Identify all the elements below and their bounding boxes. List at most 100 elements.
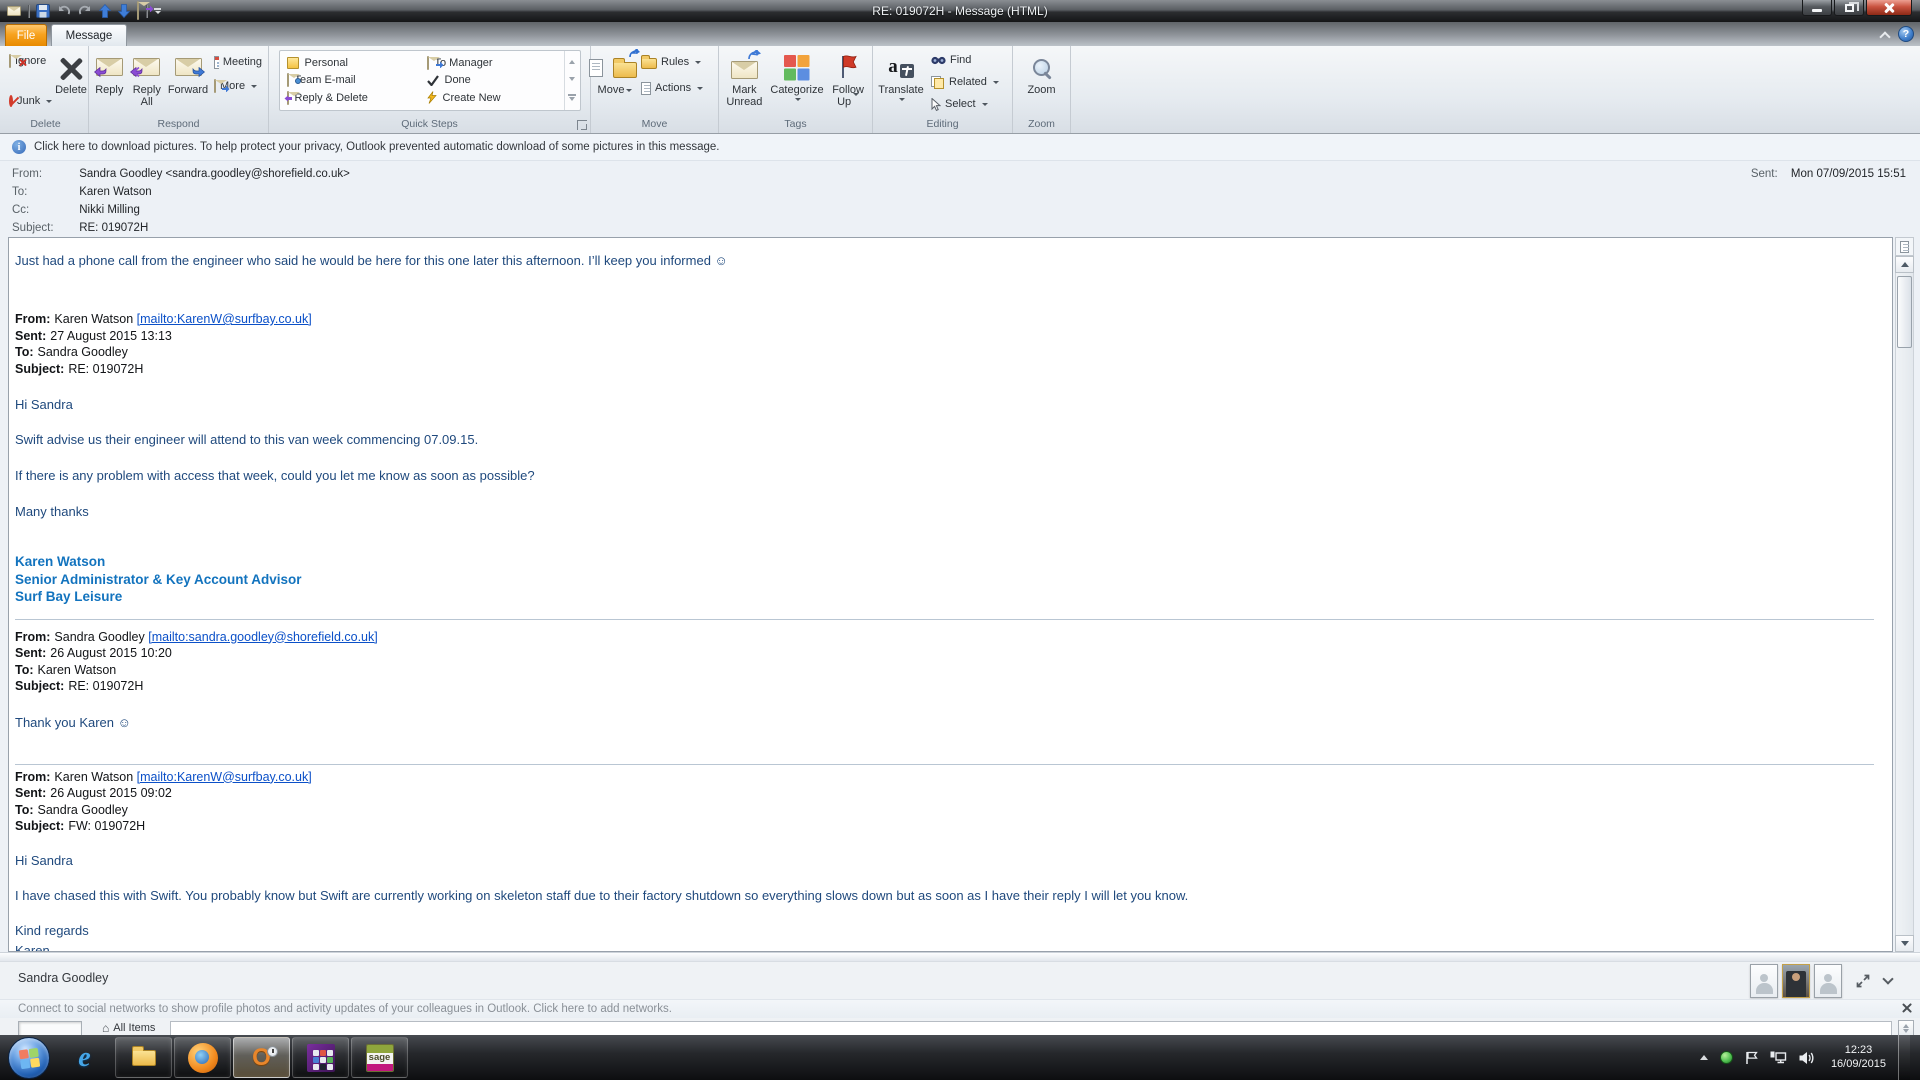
scroll-up-icon	[1901, 262, 1909, 267]
meeting-label: Meeting	[223, 56, 262, 68]
reply-all-button[interactable]: Reply All	[128, 48, 166, 114]
taskbar-item-explorer[interactable]	[115, 1037, 172, 1078]
next-item-icon[interactable]	[118, 4, 130, 18]
person-silhouette-icon	[1756, 983, 1773, 994]
mailto-link[interactable]: [mailto:sandra.goodley@shorefield.co.uk]	[148, 630, 377, 644]
expand-people-pane-icon[interactable]	[1856, 974, 1870, 988]
undo-icon[interactable]	[57, 5, 71, 17]
q-to-label: To:	[15, 803, 34, 817]
social-connect-bar[interactable]: Connect to social networks to show profi…	[0, 999, 1920, 1018]
ribbon-group-zoom: Zoom Zoom	[1013, 46, 1071, 133]
zoom-button[interactable]: Zoom	[1018, 48, 1066, 114]
save-icon[interactable]	[36, 4, 50, 18]
rules-button[interactable]: Rules	[637, 52, 713, 72]
avatar[interactable]	[1814, 964, 1842, 998]
tab-file[interactable]: File	[5, 24, 47, 46]
quick-step-reply-delete[interactable]: Reply & Delete	[287, 90, 420, 105]
taskbar-item-sage[interactable]: sage	[351, 1037, 408, 1078]
dialog-launcher-icon[interactable]	[577, 120, 587, 130]
minimize-button[interactable]	[1802, 0, 1832, 16]
select-button[interactable]: Select	[927, 94, 1005, 114]
help-icon[interactable]: ?	[1898, 26, 1914, 42]
document-icon[interactable]	[1895, 237, 1914, 256]
meeting-button[interactable]: Meeting	[210, 52, 266, 72]
taskbar-clock[interactable]: 12:23 16/09/2015	[1831, 1044, 1886, 1071]
mailto-link[interactable]: [mailto:KarenW@surfbay.co.uk]	[137, 770, 312, 784]
people-pane-splitter[interactable]	[0, 952, 1920, 962]
redo-icon[interactable]	[78, 5, 92, 17]
quick-step-personal[interactable]: Personal	[287, 55, 420, 70]
chevron-down-icon	[695, 61, 701, 64]
mark-unread-button[interactable]: Mark Unread	[721, 48, 768, 114]
q-subject-value: RE: 019072H	[68, 362, 143, 376]
translate-button[interactable]: a Translate	[875, 48, 927, 114]
start-orb-icon	[19, 1047, 40, 1068]
close-button[interactable]	[1866, 0, 1912, 16]
forward-button[interactable]: Forward	[166, 48, 210, 114]
more-button[interactable]: More	[210, 76, 266, 96]
quick-step-create-new[interactable]: Create New	[427, 90, 560, 105]
categorize-button[interactable]: Categorize	[768, 48, 826, 114]
ignore-button[interactable]: Ignore	[5, 51, 55, 71]
qat-customize-dropdown-icon[interactable]	[154, 8, 161, 14]
taskbar-item-outlook[interactable]: O	[233, 1037, 290, 1078]
avatar[interactable]	[1782, 964, 1810, 998]
tray-status-icon[interactable]	[1720, 1051, 1733, 1064]
scroll-down-icon	[1901, 941, 1909, 946]
home-icon: ⌂	[102, 1023, 109, 1033]
junk-button[interactable]: Junk	[5, 91, 55, 111]
header-cc-row: Cc: Nikki Milling	[12, 204, 140, 216]
outlook-icon: O	[252, 1044, 271, 1072]
show-desktop-button[interactable]	[1898, 1035, 1910, 1080]
zoom-label: Zoom	[1027, 84, 1055, 96]
tab-message[interactable]: Message	[51, 24, 127, 46]
find-button[interactable]: Find	[927, 50, 1005, 70]
mailto-link[interactable]: [mailto:KarenW@surfbay.co.uk]	[137, 312, 312, 326]
chevron-down-icon[interactable]	[1882, 973, 1893, 984]
reply-button[interactable]: Reply	[91, 48, 128, 114]
group-label-editing: Editing	[875, 117, 1010, 133]
download-pictures-infobar[interactable]: i Click here to download pictures. To he…	[0, 134, 1920, 161]
send-receive-icon[interactable]	[137, 2, 139, 20]
related-button[interactable]: Related	[927, 72, 1005, 92]
delete-icon	[59, 57, 83, 81]
speaker-icon[interactable]	[1799, 1051, 1815, 1065]
spinner-control[interactable]	[1898, 1020, 1914, 1036]
q-from-label: From:	[15, 630, 50, 644]
quick-step-done[interactable]: Done	[427, 73, 560, 88]
move-icon	[593, 51, 637, 83]
scrollbar-thumb[interactable]	[1897, 276, 1912, 348]
actions-button[interactable]: Actions	[637, 78, 713, 98]
taskbar-item-app[interactable]	[292, 1037, 349, 1078]
scroll-down-button[interactable]	[1895, 935, 1914, 952]
action-center-flag-icon[interactable]	[1745, 1051, 1758, 1065]
q-subject-label: Subject:	[15, 819, 64, 833]
follow-up-button[interactable]: Follow Up	[826, 48, 870, 114]
tab-all-items[interactable]: ⌂ All Items	[102, 1022, 155, 1034]
delete-button[interactable]: Delete	[55, 48, 87, 114]
network-icon[interactable]	[1770, 1051, 1787, 1065]
message-body[interactable]: Just had a phone call from the engineer …	[8, 237, 1893, 952]
collapse-ribbon-icon[interactable]	[1879, 31, 1890, 42]
scroll-up-button[interactable]	[1895, 256, 1914, 273]
outlook-message-window: RE: 019072H - Message (HTML) File Messag…	[0, 0, 1920, 1080]
done-check-icon	[427, 75, 439, 86]
start-button[interactable]	[8, 1037, 50, 1079]
previous-item-icon[interactable]	[99, 4, 111, 18]
quick-step-to-manager[interactable]: To Manager	[427, 55, 560, 70]
group-label-respond: Respond	[91, 117, 266, 133]
q-from-label: From:	[15, 312, 50, 326]
sent-label: Sent:	[1751, 168, 1778, 180]
close-icon[interactable]	[1902, 1003, 1912, 1013]
show-hidden-icons-icon[interactable]	[1700, 1055, 1708, 1060]
people-pane-contact-name: Sandra Goodley	[18, 971, 108, 985]
move-button[interactable]: Move	[593, 48, 637, 114]
taskbar-item-internet-explorer[interactable]: e	[56, 1037, 113, 1078]
quick-steps-scroll[interactable]	[564, 51, 580, 110]
avatar[interactable]	[1750, 964, 1778, 998]
restore-button[interactable]	[1834, 0, 1864, 16]
divider	[15, 619, 1874, 620]
taskbar-item-firefox[interactable]	[174, 1037, 231, 1078]
quick-step-team-email[interactable]: Team E-mail	[287, 73, 420, 88]
scrollbar-track[interactable]	[1895, 273, 1914, 935]
